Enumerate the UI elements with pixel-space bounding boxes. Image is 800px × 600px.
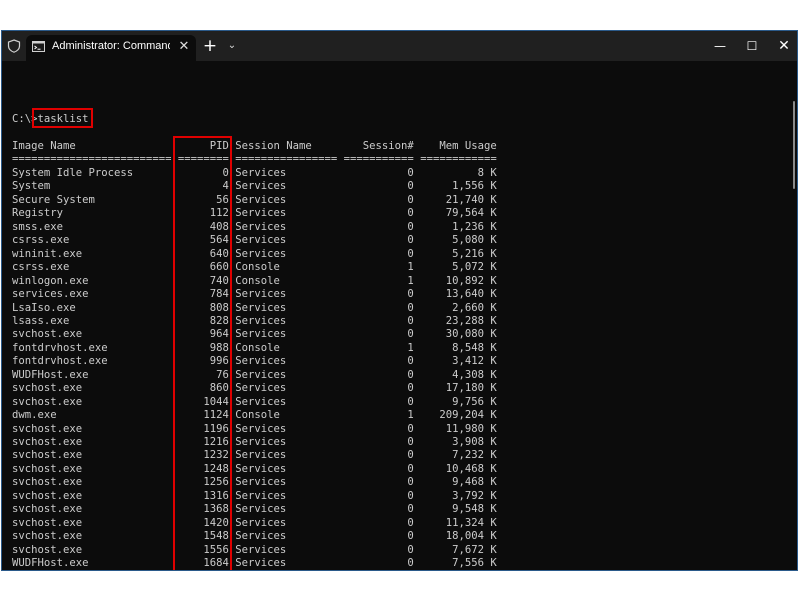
process-row: svchost.exe 1316 Services 0 3,792 K (12, 489, 497, 502)
maximize-button[interactable]: ☐ (740, 35, 764, 57)
process-row: lsass.exe 828 Services 0 23,288 K (12, 314, 497, 327)
process-row: svchost.exe 1248 Services 0 10,468 K (12, 462, 497, 475)
table-separator: ========================= ======== =====… (12, 153, 497, 165)
shield-icon (7, 39, 21, 53)
scrollbar-thumb[interactable] (793, 101, 795, 189)
process-row: System 4 Services 0 1,556 K (12, 180, 497, 193)
process-row: wininit.exe 640 Services 0 5,216 K (12, 247, 497, 260)
tab-dropdown-button[interactable]: ⌄ (224, 37, 240, 55)
process-row: svchost.exe 1548 Services 0 18,004 K (12, 530, 497, 543)
pid-column-highlight-box (173, 136, 232, 570)
process-row: svchost.exe 1232 Services 0 7,232 K (12, 449, 497, 462)
process-row: csrss.exe 564 Services 0 5,080 K (12, 234, 497, 247)
process-row: svchost.exe 1368 Services 0 9,548 K (12, 503, 497, 516)
command-prompt-icon (32, 41, 45, 52)
process-row: svchost.exe 1556 Services 0 7,672 K (12, 543, 497, 556)
process-row: System Idle Process 0 Services 0 8 K (12, 167, 497, 179)
process-row: svchost.exe 964 Services 0 30,080 K (12, 328, 497, 341)
process-row: svchost.exe 1196 Services 0 11,980 K (12, 422, 497, 435)
minimize-button[interactable]: — (708, 35, 732, 57)
process-row: WUDFHost.exe 1684 Services 0 7,556 K (12, 557, 497, 570)
process-row: fontdrvhost.exe 996 Services 0 3,412 K (12, 355, 497, 368)
terminal-output[interactable]: C:\>tasklist Image Name PID Session Name… (2, 61, 797, 570)
tab-command-prompt[interactable]: Administrator: Command Prompt ✕ (26, 35, 196, 61)
process-row: svchost.exe 860 Services 0 17,180 K (12, 382, 497, 395)
process-row: svchost.exe 1256 Services 0 9,468 K (12, 476, 497, 489)
process-row: services.exe 784 Services 0 13,640 K (12, 288, 497, 301)
tab-title: Administrator: Command Prompt (52, 40, 170, 52)
table-header: Image Name PID Session Name Session# Mem… (12, 140, 497, 152)
process-row: dwm.exe 1124 Console 1 209,204 K (12, 409, 497, 422)
process-row: winlogon.exe 740 Console 1 10,892 K (12, 274, 497, 287)
title-bar[interactable]: Administrator: Command Prompt ✕ + ⌄ — ☐ … (2, 31, 797, 61)
process-row: Secure System 56 Services 0 21,740 K (12, 193, 497, 206)
terminal-window: Administrator: Command Prompt ✕ + ⌄ — ☐ … (1, 30, 798, 571)
command-highlight-box (32, 108, 93, 128)
process-row: WUDFHost.exe 76 Services 0 4,308 K (12, 368, 497, 381)
new-tab-button[interactable]: + (200, 35, 220, 57)
process-row: svchost.exe 1216 Services 0 3,908 K (12, 436, 497, 448)
process-row: LsaIso.exe 808 Services 0 2,660 K (12, 301, 497, 314)
close-window-button[interactable]: ✕ (772, 35, 796, 57)
process-row: Registry 112 Services 0 79,564 K (12, 207, 497, 220)
process-row: svchost.exe 1420 Services 0 11,324 K (12, 516, 497, 529)
process-row: smss.exe 408 Services 0 1,236 K (12, 220, 497, 233)
tab-close-button[interactable]: ✕ (176, 38, 192, 56)
process-row: fontdrvhost.exe 988 Console 1 8,548 K (12, 341, 497, 354)
process-row: csrss.exe 660 Console 1 5,072 K (12, 261, 497, 274)
process-row: svchost.exe 1044 Services 0 9,756 K (12, 395, 497, 408)
